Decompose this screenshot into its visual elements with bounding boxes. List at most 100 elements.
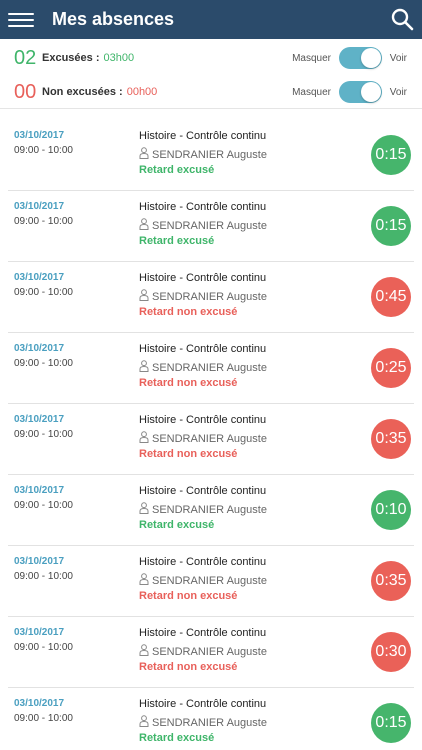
show-excused-label: Voir xyxy=(389,52,407,64)
person-icon xyxy=(139,218,152,233)
list-item[interactable]: 03/10/2017 09:00 - 10:00 Histoire - Contrô… xyxy=(8,617,414,688)
duration-badge: 0:15 xyxy=(371,703,411,743)
absence-date: 03/10/2017 xyxy=(14,343,65,354)
absence-time: 09:00 - 10:00 xyxy=(14,713,73,724)
teacher: SENDRANIER Auguste xyxy=(139,289,267,304)
person-icon xyxy=(139,147,152,162)
list-item[interactable]: 03/10/2017 09:00 - 10:00 Histoire - Contrô… xyxy=(8,546,414,617)
hide-unexcused-label: Masquer xyxy=(292,86,331,98)
course-name: Histoire - Contrôle continu xyxy=(139,414,267,426)
teacher: SENDRANIER Auguste xyxy=(139,573,267,588)
course-name: Histoire - Contrôle continu xyxy=(139,698,267,710)
absence-date: 03/10/2017 xyxy=(14,130,65,141)
teacher: SENDRANIER Auguste xyxy=(139,360,267,375)
teacher-name: SENDRANIER Auguste xyxy=(152,503,267,516)
absence-date: 03/10/2017 xyxy=(14,627,65,638)
status-label: Retard non excusé xyxy=(139,661,238,673)
course-name: Histoire - Contrôle continu xyxy=(139,272,267,284)
list-item[interactable]: 03/10/2017 09:00 - 10:00 Histoire - Contrô… xyxy=(8,688,414,750)
excused-label: Excusées : xyxy=(42,52,100,64)
excused-duration: 03h00 xyxy=(103,52,135,64)
person-icon xyxy=(139,360,152,375)
duration-badge: 0:15 xyxy=(371,135,411,175)
list-item[interactable]: 03/10/2017 09:00 - 10:00 Histoire - Contrô… xyxy=(8,191,414,262)
teacher-name: SENDRANIER Auguste xyxy=(152,361,267,374)
course-name: Histoire - Contrôle continu xyxy=(139,556,267,568)
unexcused-visibility-toggle[interactable] xyxy=(339,81,382,103)
duration-badge: 0:35 xyxy=(371,419,411,459)
absence-time: 09:00 - 10:00 xyxy=(14,500,73,511)
teacher-name: SENDRANIER Auguste xyxy=(152,148,267,161)
person-icon xyxy=(139,644,152,659)
status-label: Retard non excusé xyxy=(139,306,238,318)
app-header: Mes absences xyxy=(0,0,422,39)
teacher: SENDRANIER Auguste xyxy=(139,502,267,517)
list-item[interactable]: 03/10/2017 09:00 - 10:00 Histoire - Contrô… xyxy=(8,262,414,333)
absence-time: 09:00 - 10:00 xyxy=(14,145,73,156)
course-name: Histoire - Contrôle continu xyxy=(139,343,267,355)
teacher-name: SENDRANIER Auguste xyxy=(152,645,267,658)
duration-badge: 0:10 xyxy=(371,490,411,530)
teacher-name: SENDRANIER Auguste xyxy=(152,219,267,232)
person-icon xyxy=(139,431,152,446)
person-icon xyxy=(139,715,152,730)
list-item[interactable]: 03/10/2017 09:00 - 10:00 Histoire - Contrô… xyxy=(8,404,414,475)
list-item[interactable]: 03/10/2017 09:00 - 10:00 Histoire - Contrô… xyxy=(8,333,414,404)
absence-list: 03/10/2017 09:00 - 10:00 Histoire - Contrô… xyxy=(0,120,422,750)
toggle-knob xyxy=(361,82,381,102)
teacher: SENDRANIER Auguste xyxy=(139,218,267,233)
teacher: SENDRANIER Auguste xyxy=(139,644,267,659)
status-label: Retard non excusé xyxy=(139,377,238,389)
absence-time: 09:00 - 10:00 xyxy=(14,429,73,440)
duration-badge: 0:45 xyxy=(371,277,411,317)
absence-date: 03/10/2017 xyxy=(14,698,65,709)
status-label: Retard non excusé xyxy=(139,448,238,460)
teacher: SENDRANIER Auguste xyxy=(139,715,267,730)
list-item[interactable]: 03/10/2017 09:00 - 10:00 Histoire - Contrô… xyxy=(8,475,414,546)
toggle-knob xyxy=(361,48,381,68)
teacher: SENDRANIER Auguste xyxy=(139,147,267,162)
status-label: Retard excusé xyxy=(139,164,215,176)
hide-excused-label: Masquer xyxy=(292,52,331,64)
status-label: Retard excusé xyxy=(139,732,215,744)
course-name: Histoire - Contrôle continu xyxy=(139,130,267,142)
teacher-name: SENDRANIER Auguste xyxy=(152,290,267,303)
excused-summary-row: 02 Excusées : 03h00 Masquer Voir xyxy=(0,42,422,74)
absence-summary: 02 Excusées : 03h00 Masquer Voir 00 Non … xyxy=(0,39,422,109)
person-icon xyxy=(139,289,152,304)
search-icon[interactable] xyxy=(390,7,414,31)
excused-count: 02 xyxy=(14,46,37,69)
absence-time: 09:00 - 10:00 xyxy=(14,287,73,298)
excused-visibility-toggle[interactable] xyxy=(339,47,382,69)
unexcused-label: Non excusées : xyxy=(42,86,123,98)
course-name: Histoire - Contrôle continu xyxy=(139,201,267,213)
duration-badge: 0:15 xyxy=(371,206,411,246)
absence-time: 09:00 - 10:00 xyxy=(14,571,73,582)
status-label: Retard excusé xyxy=(139,235,215,247)
absence-time: 09:00 - 10:00 xyxy=(14,216,73,227)
unexcused-summary-row: 00 Non excusées : 00h00 Masquer Voir xyxy=(0,76,422,108)
status-label: Retard excusé xyxy=(139,519,215,531)
hamburger-menu-icon[interactable] xyxy=(6,10,36,30)
teacher: SENDRANIER Auguste xyxy=(139,431,267,446)
teacher-name: SENDRANIER Auguste xyxy=(152,574,267,587)
absence-date: 03/10/2017 xyxy=(14,556,65,567)
show-unexcused-label: Voir xyxy=(389,86,407,98)
duration-badge: 0:30 xyxy=(371,632,411,672)
status-label: Retard non excusé xyxy=(139,590,238,602)
list-item[interactable]: 03/10/2017 09:00 - 10:00 Histoire - Contrô… xyxy=(8,120,414,191)
course-name: Histoire - Contrôle continu xyxy=(139,627,267,639)
duration-badge: 0:35 xyxy=(371,561,411,601)
unexcused-duration: 00h00 xyxy=(126,86,158,98)
page-title: Mes absences xyxy=(52,9,175,29)
duration-badge: 0:25 xyxy=(371,348,411,388)
teacher-name: SENDRANIER Auguste xyxy=(152,716,267,729)
absence-date: 03/10/2017 xyxy=(14,201,65,212)
absence-date: 03/10/2017 xyxy=(14,272,65,283)
person-icon xyxy=(139,573,152,588)
absence-time: 09:00 - 10:00 xyxy=(14,358,73,369)
unexcused-count: 00 xyxy=(14,80,37,103)
person-icon xyxy=(139,502,152,517)
absence-date: 03/10/2017 xyxy=(14,485,65,496)
teacher-name: SENDRANIER Auguste xyxy=(152,432,267,445)
